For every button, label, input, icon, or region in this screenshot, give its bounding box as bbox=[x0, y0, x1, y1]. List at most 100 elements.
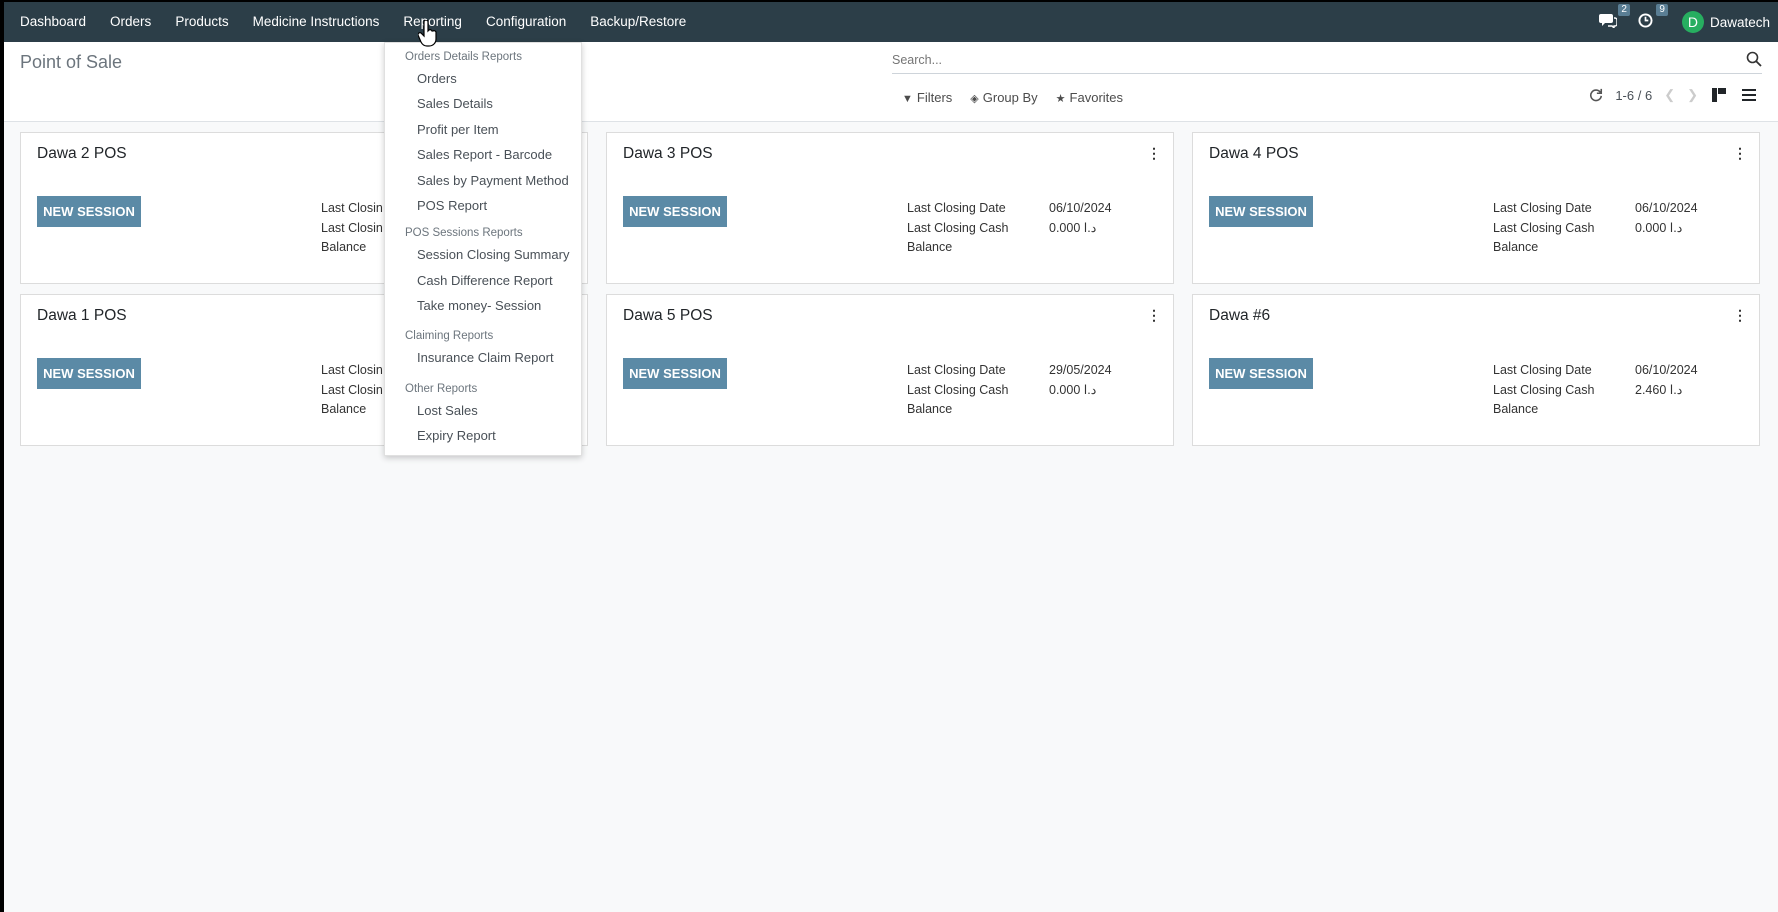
last-closing-date-label: Last Closing Date bbox=[907, 363, 1006, 377]
last-closing-cash-label: Last Closing Cash bbox=[907, 220, 1009, 235]
pos-card[interactable]: Dawa 4 POS ⋮ NEW SESSION Last Closing Da… bbox=[1192, 132, 1760, 284]
menu-item-profit-per-item[interactable]: Profit per Item bbox=[417, 122, 499, 137]
last-closing-cash-value: 2.460 د.ا bbox=[1635, 382, 1683, 397]
pos-card-title: Dawa 1 POS bbox=[37, 307, 127, 324]
last-closing-cash-label: Last Closing Cash bbox=[907, 382, 1009, 397]
hand-cursor-icon bbox=[418, 20, 437, 47]
kanban-view-icon[interactable] bbox=[1710, 86, 1728, 104]
pos-card[interactable]: Dawa #6 ⋮ NEW SESSION Last Closing Date 0… bbox=[1192, 294, 1760, 446]
menu-section-header: Claiming Reports bbox=[405, 330, 494, 342]
pos-card-info: Last Closing Date 06/10/2024 Last Closing… bbox=[1493, 361, 1698, 420]
activities-badge: 9 bbox=[1656, 3, 1668, 16]
pos-card-title: Dawa 4 POS bbox=[1209, 145, 1299, 162]
page-title: Point of Sale bbox=[20, 52, 123, 72]
card-menu-icon[interactable]: ⋮ bbox=[1147, 307, 1161, 324]
last-closing-date-label: Last Closing Date bbox=[907, 201, 1006, 215]
pos-card-title: Dawa 3 POS bbox=[623, 145, 713, 162]
clock-icon bbox=[1638, 12, 1653, 28]
balance-label: Balance bbox=[1493, 240, 1539, 254]
menu-item-lost-sales[interactable]: Lost Sales bbox=[417, 403, 478, 418]
pager-prev-icon[interactable]: ❮ bbox=[1664, 87, 1675, 103]
pos-card-title: Dawa 2 POS bbox=[37, 145, 127, 162]
reporting-dropdown: Orders Details Reports Orders Sales Deta… bbox=[384, 42, 582, 456]
avatar: D bbox=[1681, 11, 1704, 33]
last-closing-cash-label: Last Closing Cash bbox=[1493, 382, 1595, 397]
new-session-button[interactable]: NEW SESSION bbox=[623, 196, 727, 227]
menu-section-header: POS Sessions Reports bbox=[405, 227, 523, 239]
last-closing-date-label: Last Closing Date bbox=[1493, 201, 1592, 215]
messages-button[interactable]: 2 bbox=[1598, 3, 1630, 32]
last-closing-date-label: Last Closing Date bbox=[1493, 363, 1592, 377]
search-input[interactable] bbox=[892, 48, 1762, 72]
favorites-label: Favorites bbox=[1069, 90, 1124, 105]
new-session-button[interactable]: NEW SESSION bbox=[37, 196, 141, 227]
pos-card-info: Last Closing Date 06/10/2024 Last Closing… bbox=[907, 199, 1112, 258]
nav-orders[interactable]: Orders bbox=[98, 2, 163, 42]
menu-item-sales-details[interactable]: Sales Details bbox=[417, 96, 493, 111]
search-options: ▼ Filters ◈ Group By ★ Favorites bbox=[902, 90, 1123, 105]
last-closing-cash-label: Last Closing Cash bbox=[1493, 220, 1595, 235]
menu-item-orders[interactable]: Orders bbox=[417, 71, 457, 86]
search-icon[interactable] bbox=[1746, 51, 1762, 67]
card-menu-icon[interactable]: ⋮ bbox=[1147, 145, 1161, 162]
pos-card-title: Dawa #6 bbox=[1209, 307, 1271, 324]
nav-backup-restore[interactable]: Backup/Restore bbox=[578, 2, 698, 42]
pos-card-title: Dawa 5 POS bbox=[623, 307, 713, 324]
top-navbar: Dashboard Orders Products Medicine Instr… bbox=[4, 2, 1778, 42]
pager-value[interactable]: 1-6 / 6 bbox=[1615, 88, 1652, 103]
control-panel: Point of Sale ▼Filters ◈Group By ★Favori… bbox=[4, 42, 1778, 122]
balance-label: Balance bbox=[907, 240, 953, 254]
group-by-label: Group By bbox=[982, 90, 1038, 105]
pos-card[interactable]: Dawa 3 POS ⋮ NEW SESSION Last Closing Da… bbox=[606, 132, 1174, 284]
new-session-button[interactable]: NEW SESSION bbox=[623, 358, 727, 389]
card-menu-icon[interactable]: ⋮ bbox=[1733, 307, 1747, 324]
menu-item-sales-by-payment-method[interactable]: Sales by Payment Method bbox=[417, 173, 569, 188]
card-menu-icon[interactable]: ⋮ bbox=[1733, 145, 1747, 162]
last-closing-cash-value: 0.000 د.ا bbox=[1635, 220, 1683, 235]
nav-configuration[interactable]: Configuration bbox=[474, 2, 578, 42]
pager-next-icon[interactable]: ❯ bbox=[1687, 87, 1698, 103]
filter-icon: ▼ bbox=[902, 93, 913, 105]
menu-item-insurance-claim-report[interactable]: Insurance Claim Report bbox=[417, 350, 554, 365]
chat-icon bbox=[1598, 13, 1618, 30]
filters-button[interactable]: ▼ Filters bbox=[902, 90, 952, 105]
refresh-icon[interactable] bbox=[1589, 88, 1603, 102]
user-menu[interactable]: D Dawatech bbox=[1681, 11, 1770, 33]
last-closing-date-value: 06/10/2024 bbox=[1635, 363, 1698, 377]
menu-item-take-money-session[interactable]: Take money- Session bbox=[417, 298, 541, 313]
filters-label: Filters bbox=[916, 90, 953, 105]
favorites-button[interactable]: ★ Favorites bbox=[1056, 90, 1123, 105]
star-icon: ★ bbox=[1055, 93, 1066, 105]
search-bar bbox=[892, 48, 1762, 74]
pos-card-info: Last Closing Date 06/10/2024 Last Closing… bbox=[1493, 199, 1698, 258]
user-name: Dawatech bbox=[1709, 14, 1770, 30]
group-by-button[interactable]: ◈ Group By bbox=[970, 90, 1037, 105]
last-closing-cash-value: 0.000 د.ا bbox=[1049, 220, 1097, 235]
new-session-button[interactable]: NEW SESSION bbox=[1209, 196, 1313, 227]
last-closing-cash-value: 0.000 د.ا bbox=[1049, 382, 1097, 397]
new-session-button[interactable]: NEW SESSION bbox=[1209, 358, 1313, 389]
app-window: Dashboard Orders Products Medicine Instr… bbox=[0, 0, 1778, 912]
nav-dashboard[interactable]: Dashboard bbox=[4, 2, 98, 42]
menu-item-expiry-report[interactable]: Expiry Report bbox=[417, 428, 496, 443]
list-view-icon[interactable] bbox=[1740, 86, 1758, 104]
balance-label: Balance bbox=[907, 402, 953, 416]
pos-card[interactable]: Dawa 5 POS ⋮ NEW SESSION Last Closing Da… bbox=[606, 294, 1174, 446]
nav-medicine-instructions[interactable]: Medicine Instructions bbox=[241, 2, 392, 42]
nav-products[interactable]: Products bbox=[163, 2, 240, 42]
menu-item-cash-difference-report[interactable]: Cash Difference Report bbox=[417, 273, 553, 288]
last-closing-date-value: 06/10/2024 bbox=[1635, 201, 1698, 215]
last-closing-date-value: 06/10/2024 bbox=[1049, 201, 1112, 215]
messages-badge: 2 bbox=[1618, 3, 1630, 16]
menu-section-header: Orders Details Reports bbox=[405, 51, 522, 63]
new-session-button[interactable]: NEW SESSION bbox=[37, 358, 141, 389]
menu-item-sales-report-barcode[interactable]: Sales Report - Barcode bbox=[417, 147, 552, 162]
systray: 2 9 D Dawatech bbox=[1598, 2, 1770, 42]
menu-section-header: Other Reports bbox=[405, 383, 478, 395]
activities-button[interactable]: 9 bbox=[1636, 3, 1668, 32]
menu-item-session-closing-summary[interactable]: Session Closing Summary bbox=[417, 247, 569, 262]
balance-label: Balance bbox=[1493, 402, 1539, 416]
layers-icon: ◈ bbox=[970, 93, 979, 105]
menu-item-pos-report[interactable]: POS Report bbox=[417, 198, 487, 213]
pager: 1-6 / 6 ❮ ❯ bbox=[1589, 86, 1758, 104]
